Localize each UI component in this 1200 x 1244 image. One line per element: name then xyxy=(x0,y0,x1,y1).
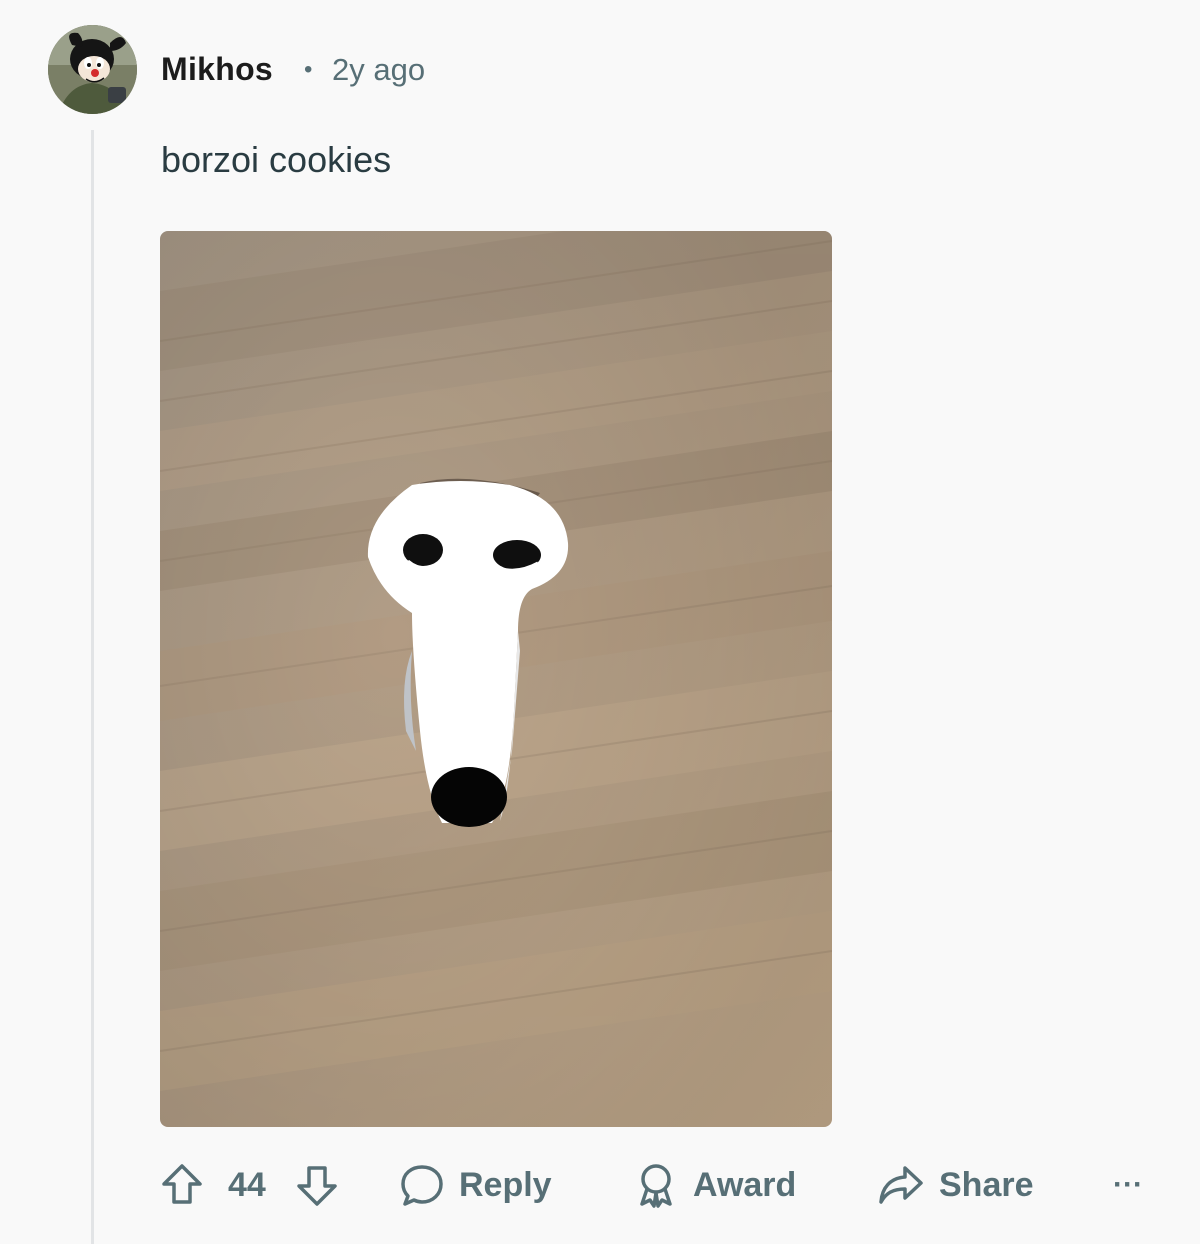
comment-image[interactable] xyxy=(160,231,832,1127)
downvote-icon[interactable] xyxy=(295,1164,339,1208)
more-options-button[interactable]: ··· xyxy=(1113,1160,1143,1210)
upvote-icon[interactable] xyxy=(160,1162,204,1206)
share-arrow-icon xyxy=(879,1166,923,1204)
comment-author[interactable]: Mikhos xyxy=(161,51,273,88)
award-button[interactable]: Award xyxy=(633,1160,796,1210)
share-label: Share xyxy=(939,1165,1034,1204)
vote-count: 44 xyxy=(228,1166,266,1204)
award-label: Award xyxy=(693,1165,797,1204)
reply-button[interactable]: Reply xyxy=(399,1160,552,1210)
more-options-icon: ··· xyxy=(1113,1168,1143,1201)
thread-line[interactable] xyxy=(91,130,94,1244)
comment-bubble-icon xyxy=(401,1165,443,1206)
avatar[interactable] xyxy=(48,25,137,114)
comment-body: borzoi cookies xyxy=(161,139,392,180)
share-button[interactable]: Share xyxy=(877,1160,1034,1210)
award-icon xyxy=(640,1164,672,1208)
reply-label: Reply xyxy=(459,1165,552,1204)
meta-separator: • xyxy=(304,56,313,83)
comment-timestamp[interactable]: 2y ago xyxy=(332,52,425,88)
